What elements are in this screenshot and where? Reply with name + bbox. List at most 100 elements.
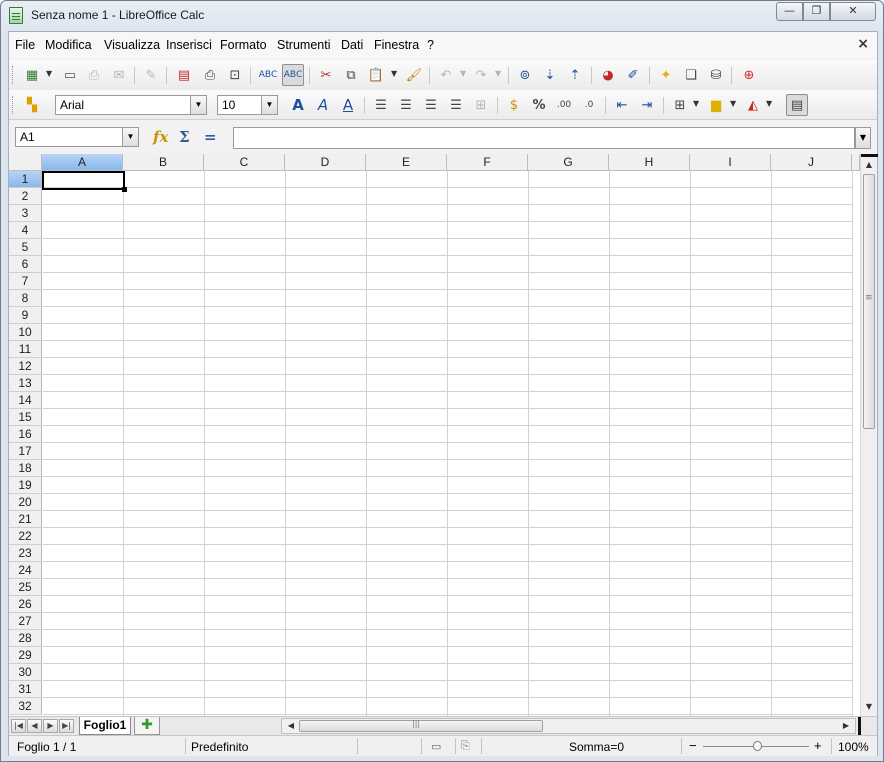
merge-cells-icon[interactable]: ⊞: [470, 94, 492, 116]
horizontal-scroll-thumb[interactable]: [299, 719, 543, 732]
scroll-down-icon[interactable]: ▼: [861, 702, 877, 716]
menu-visualizza[interactable]: Visualizza: [104, 38, 160, 52]
save-icon[interactable]: ⎙: [83, 64, 105, 86]
gallery-icon[interactable]: ❏: [680, 64, 702, 86]
first-sheet-icon[interactable]: |◀: [11, 719, 26, 733]
decrease-indent-icon[interactable]: ⇤: [611, 94, 633, 116]
print-preview-icon[interactable]: ⊡: [224, 64, 246, 86]
column-header[interactable]: E: [366, 154, 447, 171]
last-sheet-icon[interactable]: ▶|: [59, 719, 74, 733]
spellcheck-icon[interactable]: ABC: [257, 64, 279, 86]
split-handle[interactable]: [861, 154, 878, 157]
function-wizard-icon[interactable]: fx: [153, 128, 168, 146]
column-header[interactable]: A: [42, 154, 123, 171]
vertical-scrollbar[interactable]: ▲ ▼: [860, 154, 878, 716]
selection-mode-icon[interactable]: ▭: [431, 740, 441, 753]
borders-dropdown-icon[interactable]: ▼: [693, 99, 701, 108]
row-header[interactable]: 14: [9, 392, 42, 409]
vertical-scroll-thumb[interactable]: [863, 174, 875, 429]
column-header[interactable]: J: [771, 154, 852, 171]
row-header[interactable]: 19: [9, 477, 42, 494]
row-header[interactable]: 26: [9, 596, 42, 613]
selected-cell[interactable]: [42, 171, 127, 192]
row-header[interactable]: 30: [9, 664, 42, 681]
sheet-tab[interactable]: Foglio1: [79, 717, 131, 735]
row-header[interactable]: 32: [9, 698, 42, 715]
row-header[interactable]: 17: [9, 443, 42, 460]
open-folder-icon[interactable]: ▭: [59, 64, 81, 86]
menu-modifica[interactable]: Modifica: [45, 38, 92, 52]
page-style[interactable]: Predefinito: [191, 740, 248, 754]
autospellcheck-icon[interactable]: ABC: [282, 64, 304, 86]
row-header[interactable]: 8: [9, 290, 42, 307]
row-header[interactable]: 21: [9, 511, 42, 528]
menu-inserisci[interactable]: Inserisci: [166, 38, 212, 52]
undo-icon[interactable]: ↶: [435, 64, 457, 86]
row-header[interactable]: 6: [9, 256, 42, 273]
column-header[interactable]: I: [690, 154, 771, 171]
add-decimal-icon[interactable]: .00: [553, 94, 575, 116]
row-header[interactable]: 16: [9, 426, 42, 443]
row-header[interactable]: 3: [9, 205, 42, 222]
column-header[interactable]: [852, 154, 860, 171]
font-name-combo[interactable]: Arial ▼: [55, 95, 207, 115]
menu-formato[interactable]: Formato: [220, 38, 267, 52]
delete-decimal-icon[interactable]: .0: [578, 94, 600, 116]
horizontal-scrollbar[interactable]: ◀ ▶: [281, 718, 856, 734]
next-sheet-icon[interactable]: ▶: [43, 719, 58, 733]
borders-icon[interactable]: ⊞: [669, 94, 691, 116]
row-header[interactable]: 2: [9, 188, 42, 205]
row-header[interactable]: 5: [9, 239, 42, 256]
row-header[interactable]: 25: [9, 579, 42, 596]
row-header[interactable]: 29: [9, 647, 42, 664]
align-center-icon[interactable]: ☰: [395, 94, 417, 116]
menu-finestra[interactable]: Finestra: [374, 38, 419, 52]
column-header[interactable]: F: [447, 154, 528, 171]
zoom-in-icon[interactable]: +: [814, 738, 822, 753]
toolbar-grip[interactable]: [12, 96, 15, 114]
copy-icon[interactable]: ⧉: [340, 64, 362, 86]
column-header[interactable]: C: [204, 154, 285, 171]
spreadsheet-grid[interactable]: A B C D E F G H I J 1 2 3 4 5 6 7 8 9 10 11 12 13 14 1…: [9, 154, 877, 716]
row-header[interactable]: 28: [9, 630, 42, 647]
row-header[interactable]: 20: [9, 494, 42, 511]
select-all-corner[interactable]: [9, 154, 42, 171]
redo-dropdown-icon[interactable]: ▼: [495, 69, 503, 78]
font-size-combo[interactable]: 10 ▼: [217, 95, 278, 115]
sum-icon[interactable]: Σ: [179, 128, 190, 146]
cell-area[interactable]: [43, 171, 853, 716]
redo-icon[interactable]: ↷: [470, 64, 492, 86]
edit-file-icon[interactable]: ✎: [140, 64, 162, 86]
chevron-down-icon[interactable]: ▼: [122, 128, 138, 146]
clone-formatting-icon[interactable]: 🖌: [403, 64, 425, 86]
help-icon[interactable]: ⊕: [738, 64, 760, 86]
menu-file[interactable]: File: [15, 38, 35, 52]
close-document-icon[interactable]: ×: [857, 36, 869, 52]
paste-icon[interactable]: 📋: [365, 64, 387, 86]
background-color-icon[interactable]: ▆: [705, 94, 727, 116]
zoom-level[interactable]: 100%: [838, 740, 869, 754]
maximize-button[interactable]: ❐: [803, 2, 830, 21]
row-header[interactable]: 27: [9, 613, 42, 630]
column-header[interactable]: H: [609, 154, 690, 171]
toggle-grid-icon[interactable]: ▤: [786, 94, 808, 116]
align-left-icon[interactable]: ☰: [370, 94, 392, 116]
prev-sheet-icon[interactable]: ◀: [27, 719, 42, 733]
print-icon[interactable]: ⎙: [199, 64, 221, 86]
row-header[interactable]: 31: [9, 681, 42, 698]
hyperlink-icon[interactable]: ⊚: [514, 64, 536, 86]
sort-descending-icon[interactable]: ⇡: [564, 64, 586, 86]
align-right-icon[interactable]: ☰: [420, 94, 442, 116]
name-box[interactable]: A1 ▼: [15, 127, 139, 147]
scroll-right-icon[interactable]: ▶: [839, 719, 853, 733]
zoom-out-icon[interactable]: −: [689, 738, 697, 753]
row-header[interactable]: 13: [9, 375, 42, 392]
new-dropdown-icon[interactable]: ▼: [46, 69, 54, 78]
row-header[interactable]: 24: [9, 562, 42, 579]
sum-display[interactable]: Somma=0: [569, 740, 624, 754]
increase-indent-icon[interactable]: ⇥: [636, 94, 658, 116]
bold-icon[interactable]: A: [287, 94, 309, 116]
row-header[interactable]: 15: [9, 409, 42, 426]
column-header[interactable]: B: [123, 154, 204, 171]
underline-icon[interactable]: A: [337, 94, 359, 116]
